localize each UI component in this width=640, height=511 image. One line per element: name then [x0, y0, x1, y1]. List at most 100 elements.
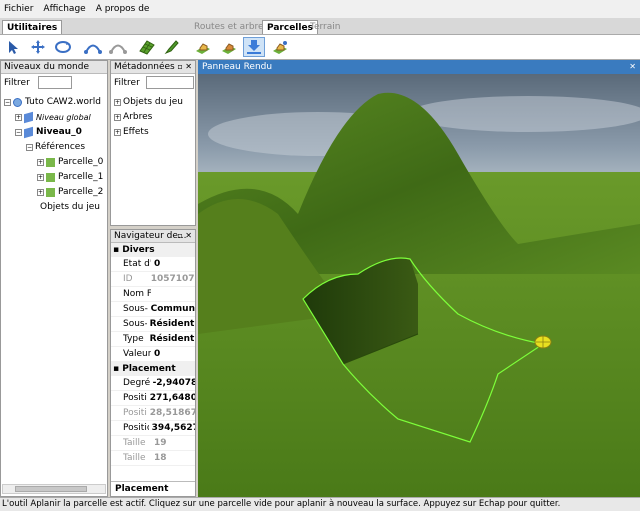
world-horizontal-scrollbar[interactable]	[2, 484, 106, 494]
pin-close-icon[interactable]: ▫ ✕	[177, 61, 192, 73]
flatten-down-icon[interactable]	[243, 37, 265, 57]
menu-a-propos[interactable]: A propos de	[96, 4, 150, 14]
scrollbar-thumb[interactable]	[15, 486, 87, 492]
parcel-house-icon	[46, 188, 55, 197]
property-key: Positic	[123, 408, 147, 418]
collapse-icon[interactable]: −	[4, 99, 11, 106]
group-label: Divers	[122, 245, 155, 255]
property-row[interactable]: Sous-tRésidentie	[111, 317, 195, 332]
menu-fichier[interactable]: Fichier	[4, 4, 33, 14]
expand-icon[interactable]: +	[15, 114, 22, 121]
property-row[interactable]: Positic28,518676	[111, 406, 195, 421]
tab-terrain[interactable]: Terrain	[306, 20, 344, 34]
meta-item-arbres[interactable]: + Arbres	[114, 110, 195, 125]
property-row[interactable]: Etat d' 0	[111, 257, 195, 272]
house-move-icon[interactable]	[269, 37, 291, 57]
render-title: Panneau Rendu	[202, 62, 273, 72]
world-filter-row: Filtrer	[1, 74, 107, 91]
curve-icon[interactable]	[82, 37, 104, 57]
select-arrow-icon[interactable]	[3, 37, 25, 57]
property-row[interactable]: Degré -2,94078	[111, 376, 195, 391]
property-group-divers[interactable]: ▪ Divers	[111, 243, 195, 257]
property-key: Sous-t	[123, 304, 148, 314]
tree-level-0[interactable]: − Niveau_0	[4, 125, 107, 140]
menu-affichage[interactable]: Affichage	[43, 4, 85, 14]
tree-global-level[interactable]: + Niveau global	[4, 110, 107, 125]
property-row[interactable]: Sous-tCommuna	[111, 302, 195, 317]
expand-icon[interactable]: +	[114, 99, 121, 106]
rotate-icon[interactable]	[52, 37, 74, 57]
property-value: Communa	[150, 304, 195, 314]
tab-utilitaires[interactable]: Utilitaires	[2, 20, 63, 34]
tree-references-label: Références	[35, 142, 86, 152]
property-group-placement[interactable]: ▪ Placement	[111, 362, 195, 376]
tree-parcel-2[interactable]: + Parcelle_2	[4, 185, 107, 200]
render-panel: Panneau Rendu ✕	[198, 60, 640, 497]
metadata-panel: Métadonnées ▫ ✕ Filtrer + Objets du jeu +…	[110, 60, 196, 226]
tree-references[interactable]: − Références	[4, 140, 107, 155]
world-icon	[13, 98, 22, 107]
property-key: Positic	[123, 423, 149, 433]
property-row[interactable]: Taille 19	[111, 436, 195, 451]
tab-routes-et-arbres[interactable]: Routes et arbres	[190, 20, 272, 34]
metadata-filter-row: Filtrer	[111, 74, 195, 91]
tree-root[interactable]: − Tuto CAW2.world	[4, 95, 107, 110]
property-row[interactable]: Nom F	[111, 287, 195, 302]
expand-icon[interactable]: +	[114, 129, 121, 136]
tab-row: Utilitaires Routes et arbres Parcelles T…	[0, 18, 640, 34]
tree-global-label: Niveau global	[36, 113, 91, 122]
expand-icon[interactable]: +	[37, 189, 44, 196]
property-key: Taille	[123, 438, 146, 448]
property-row[interactable]: Positic271,64807	[111, 391, 195, 406]
terrain-viewport[interactable]	[198, 74, 640, 497]
tree-root-label: Tuto CAW2.world	[25, 97, 101, 107]
grid-tile-icon[interactable]	[136, 37, 158, 57]
house-add-icon[interactable]	[192, 37, 214, 57]
metadata-filter-label: Filtrer	[114, 77, 140, 88]
property-description: Placement	[111, 481, 195, 496]
pin-close-icon[interactable]: ▫ ✕	[177, 230, 192, 242]
world-levels-title: Niveaux du monde	[4, 62, 90, 72]
navigator-title: Navigateur de...	[114, 231, 187, 241]
tree-game-objects[interactable]: Objets du jeu	[4, 200, 107, 215]
property-key: Sous-t	[123, 319, 147, 329]
property-key: Degré	[123, 378, 150, 388]
cube-icon	[24, 126, 33, 139]
tree-parcel-0[interactable]: + Parcelle_0	[4, 155, 107, 170]
meta-item-label: Effets	[123, 127, 149, 137]
property-row[interactable]: Type FRésidentie	[111, 332, 195, 347]
curve-gray-icon[interactable]	[107, 37, 129, 57]
tree-parcel-label: Parcelle_0	[58, 157, 104, 167]
collapse-icon[interactable]: −	[15, 129, 22, 136]
brush-icon[interactable]	[161, 37, 183, 57]
meta-item-objets[interactable]: + Objets du jeu	[114, 95, 195, 110]
meta-item-effets[interactable]: + Effets	[114, 125, 195, 140]
property-value: 28,518676	[149, 408, 195, 418]
close-icon[interactable]: ✕	[629, 60, 636, 74]
collapse-icon[interactable]: −	[26, 144, 33, 151]
property-key: Valeur	[123, 349, 151, 359]
house-icon[interactable]	[218, 37, 240, 57]
property-key: Positic	[123, 393, 147, 403]
tree-parcel-label: Parcelle_1	[58, 172, 104, 182]
property-row[interactable]: Taille 18	[111, 451, 195, 466]
tree-game-objects-label: Objets du jeu	[40, 202, 100, 212]
toolbar	[0, 34, 640, 60]
property-value: 271,64807	[149, 393, 195, 403]
property-row[interactable]: Positic394,5627	[111, 421, 195, 436]
tree-parcel-1[interactable]: + Parcelle_1	[4, 170, 107, 185]
expand-icon[interactable]: +	[37, 159, 44, 166]
expand-icon[interactable]: +	[37, 174, 44, 181]
menu-bar: Fichier Affichage A propos de	[0, 0, 640, 18]
property-value: 394,5627	[151, 423, 195, 433]
property-key: ID	[123, 274, 133, 284]
property-row[interactable]: Valeur 0	[111, 347, 195, 362]
expand-icon[interactable]: +	[114, 114, 121, 121]
world-filter-input[interactable]	[37, 76, 72, 89]
move-icon[interactable]	[27, 37, 49, 57]
metadata-header: Métadonnées ▫ ✕	[111, 61, 195, 74]
property-row[interactable]: ID 10571074	[111, 272, 195, 287]
world-tree: − Tuto CAW2.world + Niveau global − Nive…	[1, 91, 107, 215]
selection-handle[interactable]	[534, 335, 552, 349]
metadata-filter-input[interactable]	[145, 76, 194, 89]
